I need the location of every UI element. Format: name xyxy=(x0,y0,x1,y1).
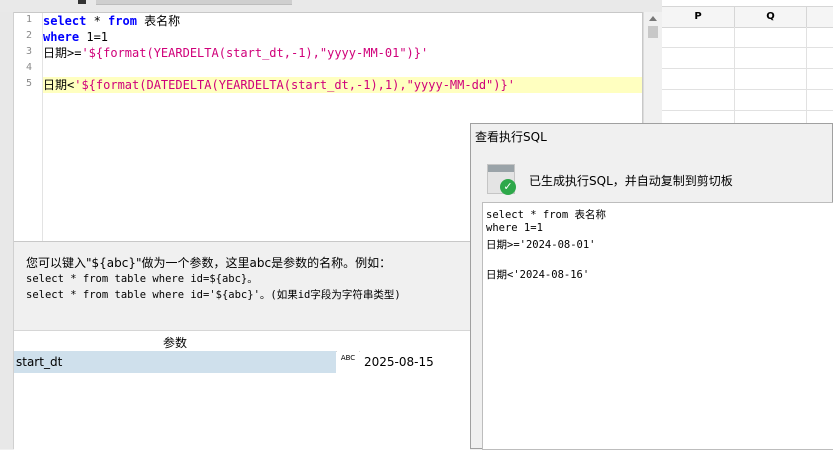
string-literal: '${format(YEARDELTA(start_dt,-1),"yyyy-M… xyxy=(81,46,429,60)
code-text: 日期>= xyxy=(43,46,82,60)
parameter-table: 参数 start_dt ABC 2025-08-15 xyxy=(14,330,470,450)
sql-line: where 1=1 xyxy=(486,222,543,234)
param-value-input[interactable]: 2025-08-15 xyxy=(360,351,470,373)
code-text: * xyxy=(86,14,109,28)
code-line-5[interactable]: 日期<'${format(DATEDELTA(YEARDELTA(start_d… xyxy=(43,77,642,93)
line-number: 4 xyxy=(25,62,32,73)
left-panel-strip xyxy=(0,12,14,449)
keyword: select xyxy=(43,14,87,28)
sql-line: select * from 表名称 xyxy=(486,209,607,221)
code-text: 日期< xyxy=(43,78,75,92)
keyword: from xyxy=(108,14,137,28)
string-literal: '${format(DATEDELTA(YEARDELTA(start_dt,-… xyxy=(74,78,515,92)
dialog-title: 查看执行SQL xyxy=(475,130,547,144)
column-header-params: 参数 xyxy=(162,336,187,350)
type-icon-label: ABC xyxy=(340,354,356,362)
code-line-2[interactable]: where 1=1 xyxy=(43,29,642,45)
keyword: where xyxy=(43,30,80,44)
check-icon: ✓ xyxy=(500,179,516,195)
grid-line xyxy=(806,27,807,123)
sql-line: 日期<'2024-08-16' xyxy=(486,269,590,281)
parameter-hint: 您可以键入"${abc}"做为一个参数，这里abc是参数的名称。例如： sele… xyxy=(14,244,470,330)
tab-indicator xyxy=(78,0,86,4)
document-header-bar xyxy=(488,165,514,172)
column-header-row: P Q xyxy=(662,6,833,28)
scroll-up-arrow-icon[interactable] xyxy=(649,16,657,21)
hint-line-3: select * from table where id='${abc}'。(如… xyxy=(26,289,401,301)
code-line-3[interactable]: 日期>='${format(YEARDELTA(start_dt,-1),"yy… xyxy=(43,45,642,61)
view-sql-dialog: 查看执行SQL ✓ 已生成执行SQL，并自动复制到剪切板 select * fr… xyxy=(470,123,833,450)
sql-line: 日期>='2024-08-01' xyxy=(486,239,596,251)
tab-bar[interactable] xyxy=(96,0,292,5)
cell-grid[interactable] xyxy=(662,27,833,123)
table-row[interactable]: start_dt ABC 2025-08-15 xyxy=(14,351,470,373)
string-type-icon[interactable]: ABC xyxy=(337,351,359,373)
success-document-icon: ✓ xyxy=(487,164,517,196)
code-line-4[interactable] xyxy=(43,61,642,77)
dialog-message: 已生成执行SQL，并自动复制到剪切板 xyxy=(529,174,733,188)
line-number: 2 xyxy=(25,30,32,41)
line-number: 3 xyxy=(25,46,32,57)
scroll-thumb[interactable] xyxy=(648,26,658,38)
column-header-p[interactable]: P xyxy=(662,7,735,27)
parameter-table-header: 参数 xyxy=(14,331,470,352)
code-text: 1=1 xyxy=(79,30,109,44)
code-line-1[interactable]: select * from 表名称 xyxy=(43,13,642,29)
grid-line xyxy=(662,89,833,90)
generated-sql-text[interactable]: select * from 表名称 where 1=1 日期>='2024-08… xyxy=(482,202,833,450)
line-number: 5 xyxy=(25,78,32,89)
hint-line-1: 您可以键入"${abc}"做为一个参数，这里abc是参数的名称。例如： xyxy=(26,256,392,270)
grid-line xyxy=(662,68,833,69)
param-name-cell[interactable]: start_dt xyxy=(14,351,336,373)
line-number-gutter: 1 2 3 4 5 xyxy=(14,13,43,241)
grid-line xyxy=(662,47,833,48)
code-text: 表名称 xyxy=(136,14,181,28)
grid-line xyxy=(662,110,833,111)
column-header-q[interactable]: Q xyxy=(735,7,807,27)
grid-line xyxy=(734,27,735,123)
line-number: 1 xyxy=(25,14,32,25)
editor-tab-strip xyxy=(0,0,662,12)
hint-line-2: select * from table where id=${abc}。 xyxy=(26,273,258,285)
